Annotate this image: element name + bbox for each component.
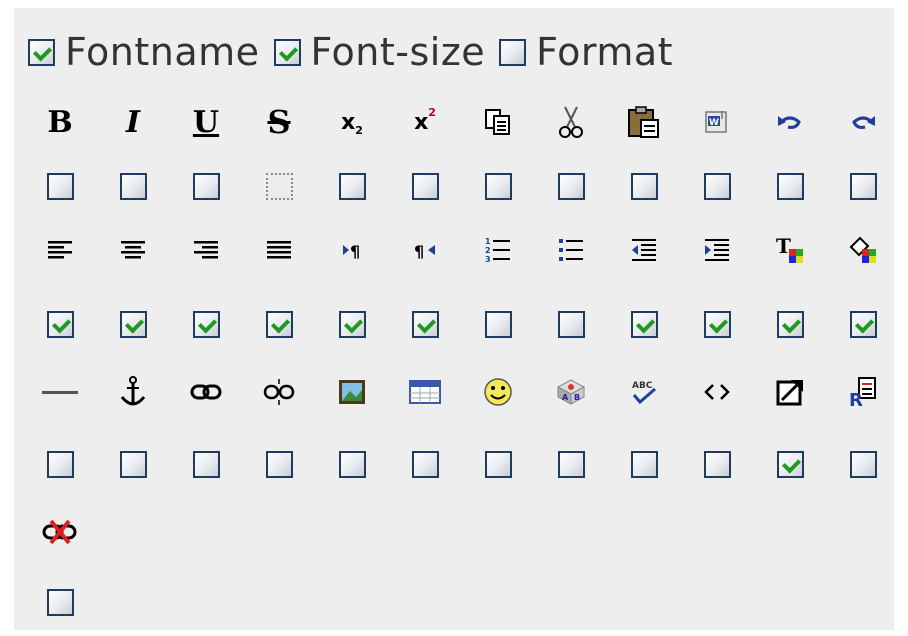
rtl-icon[interactable]: ¶	[407, 234, 443, 266]
bold-checkbox[interactable]	[46, 172, 74, 200]
rtl-checkbox[interactable]	[411, 310, 439, 338]
remove-link-checkbox[interactable]	[46, 588, 74, 616]
preview-checkbox[interactable]	[849, 450, 877, 478]
svg-text:B: B	[574, 393, 580, 402]
superscript-icon[interactable]: x2	[407, 106, 443, 138]
remove-link-icon[interactable]	[42, 516, 78, 548]
unordered-list-checkbox[interactable]	[557, 310, 585, 338]
svg-text:¶: ¶	[350, 242, 360, 261]
align-left-icon[interactable]	[42, 234, 78, 266]
format-checkbox[interactable]	[499, 38, 527, 66]
svg-text:ABC: ABC	[632, 381, 653, 391]
italic-checkbox[interactable]	[119, 172, 147, 200]
unlink-checkbox[interactable]	[265, 450, 293, 478]
underline-checkbox[interactable]	[192, 172, 220, 200]
ordered-list-icon[interactable]: 123	[480, 234, 516, 266]
align-justify-icon[interactable]	[261, 234, 297, 266]
paste-icon[interactable]	[626, 106, 662, 138]
spellcheck-checkbox[interactable]	[630, 450, 658, 478]
horizontal-rule-checkbox[interactable]	[46, 450, 74, 478]
undo-icon[interactable]	[772, 106, 808, 138]
cut-icon[interactable]	[553, 106, 589, 138]
underline-icon[interactable]: U	[188, 105, 224, 140]
redo-checkbox[interactable]	[849, 172, 877, 200]
image-icon[interactable]	[334, 376, 370, 408]
background-color-checkbox[interactable]	[849, 310, 877, 338]
table-icon[interactable]	[407, 376, 443, 408]
popup-checkbox[interactable]	[776, 450, 804, 478]
outdent-icon[interactable]	[626, 234, 662, 266]
strikethrough-checkbox[interactable]	[265, 172, 293, 200]
paste-checkbox[interactable]	[630, 172, 658, 200]
link-icon[interactable]	[188, 376, 224, 408]
paste-word-icon[interactable]: W	[699, 106, 735, 138]
table-checkbox[interactable]	[411, 450, 439, 478]
text-color-icon[interactable]: T	[772, 234, 808, 266]
format-label: Format	[536, 30, 674, 74]
superscript-checkbox[interactable]	[411, 172, 439, 200]
cut-checkbox[interactable]	[557, 172, 585, 200]
paste-word-checkbox[interactable]	[703, 172, 731, 200]
svg-text:T: T	[776, 235, 791, 258]
svg-text:2: 2	[485, 246, 491, 255]
align-right-icon[interactable]	[188, 234, 224, 266]
anchor-icon[interactable]	[115, 376, 151, 408]
smiley-icon[interactable]	[480, 376, 516, 408]
font-size-checkbox[interactable]	[273, 38, 301, 66]
anchor-checkbox[interactable]	[119, 450, 147, 478]
html-source-icon[interactable]	[699, 376, 735, 408]
italic-icon[interactable]: I	[115, 105, 151, 140]
ltr-checkbox[interactable]	[338, 310, 366, 338]
copy-icon[interactable]	[480, 106, 516, 138]
unordered-list-icon[interactable]	[553, 234, 589, 266]
format-option[interactable]: Format	[499, 33, 673, 71]
align-right-checkbox[interactable]	[192, 310, 220, 338]
fontname-option[interactable]: Fontname	[28, 33, 260, 71]
horizontal-rule-icon[interactable]	[42, 376, 78, 408]
text-color-checkbox[interactable]	[776, 310, 804, 338]
fontname-checkbox[interactable]	[28, 38, 55, 66]
align-center-icon[interactable]	[115, 234, 151, 266]
special-char-icon[interactable]: AB	[553, 376, 589, 408]
undo-checkbox[interactable]	[776, 172, 804, 200]
svg-text:1: 1	[485, 237, 491, 246]
align-justify-checkbox[interactable]	[265, 310, 293, 338]
popup-icon[interactable]	[772, 376, 808, 408]
subscript-icon[interactable]: x2	[334, 106, 370, 138]
ordered-list-checkbox[interactable]	[484, 310, 512, 338]
background-color-icon[interactable]	[845, 234, 881, 266]
ltr-icon[interactable]: ¶	[334, 234, 370, 266]
indent-checkbox[interactable]	[703, 310, 731, 338]
special-char-checkbox[interactable]	[557, 450, 585, 478]
indent-icon[interactable]	[699, 234, 735, 266]
svg-text:R: R	[849, 390, 863, 408]
copy-checkbox[interactable]	[484, 172, 512, 200]
font-size-label: Font-size	[310, 30, 486, 74]
svg-text:3: 3	[485, 255, 491, 264]
align-center-checkbox[interactable]	[119, 310, 147, 338]
svg-text:¶: ¶	[414, 242, 424, 261]
html-source-checkbox[interactable]	[703, 450, 731, 478]
svg-text:W: W	[709, 118, 719, 128]
align-left-checkbox[interactable]	[46, 310, 74, 338]
redo-icon[interactable]	[845, 106, 881, 138]
top-options-row: Fontname Font-size Format	[28, 24, 687, 80]
svg-text:A: A	[562, 393, 569, 402]
spellcheck-icon[interactable]: ABC	[626, 376, 662, 408]
link-checkbox[interactable]	[192, 450, 220, 478]
fontname-label: Fontname	[65, 30, 260, 74]
image-checkbox[interactable]	[338, 450, 366, 478]
strikethrough-icon[interactable]: S	[261, 103, 297, 141]
subscript-checkbox[interactable]	[338, 172, 366, 200]
font-size-option[interactable]: Font-size	[273, 30, 486, 74]
unlink-icon[interactable]	[261, 376, 297, 408]
smiley-checkbox[interactable]	[484, 450, 512, 478]
preview-icon[interactable]: R	[845, 376, 881, 408]
bold-icon[interactable]: B	[42, 105, 78, 140]
outdent-checkbox[interactable]	[630, 310, 658, 338]
